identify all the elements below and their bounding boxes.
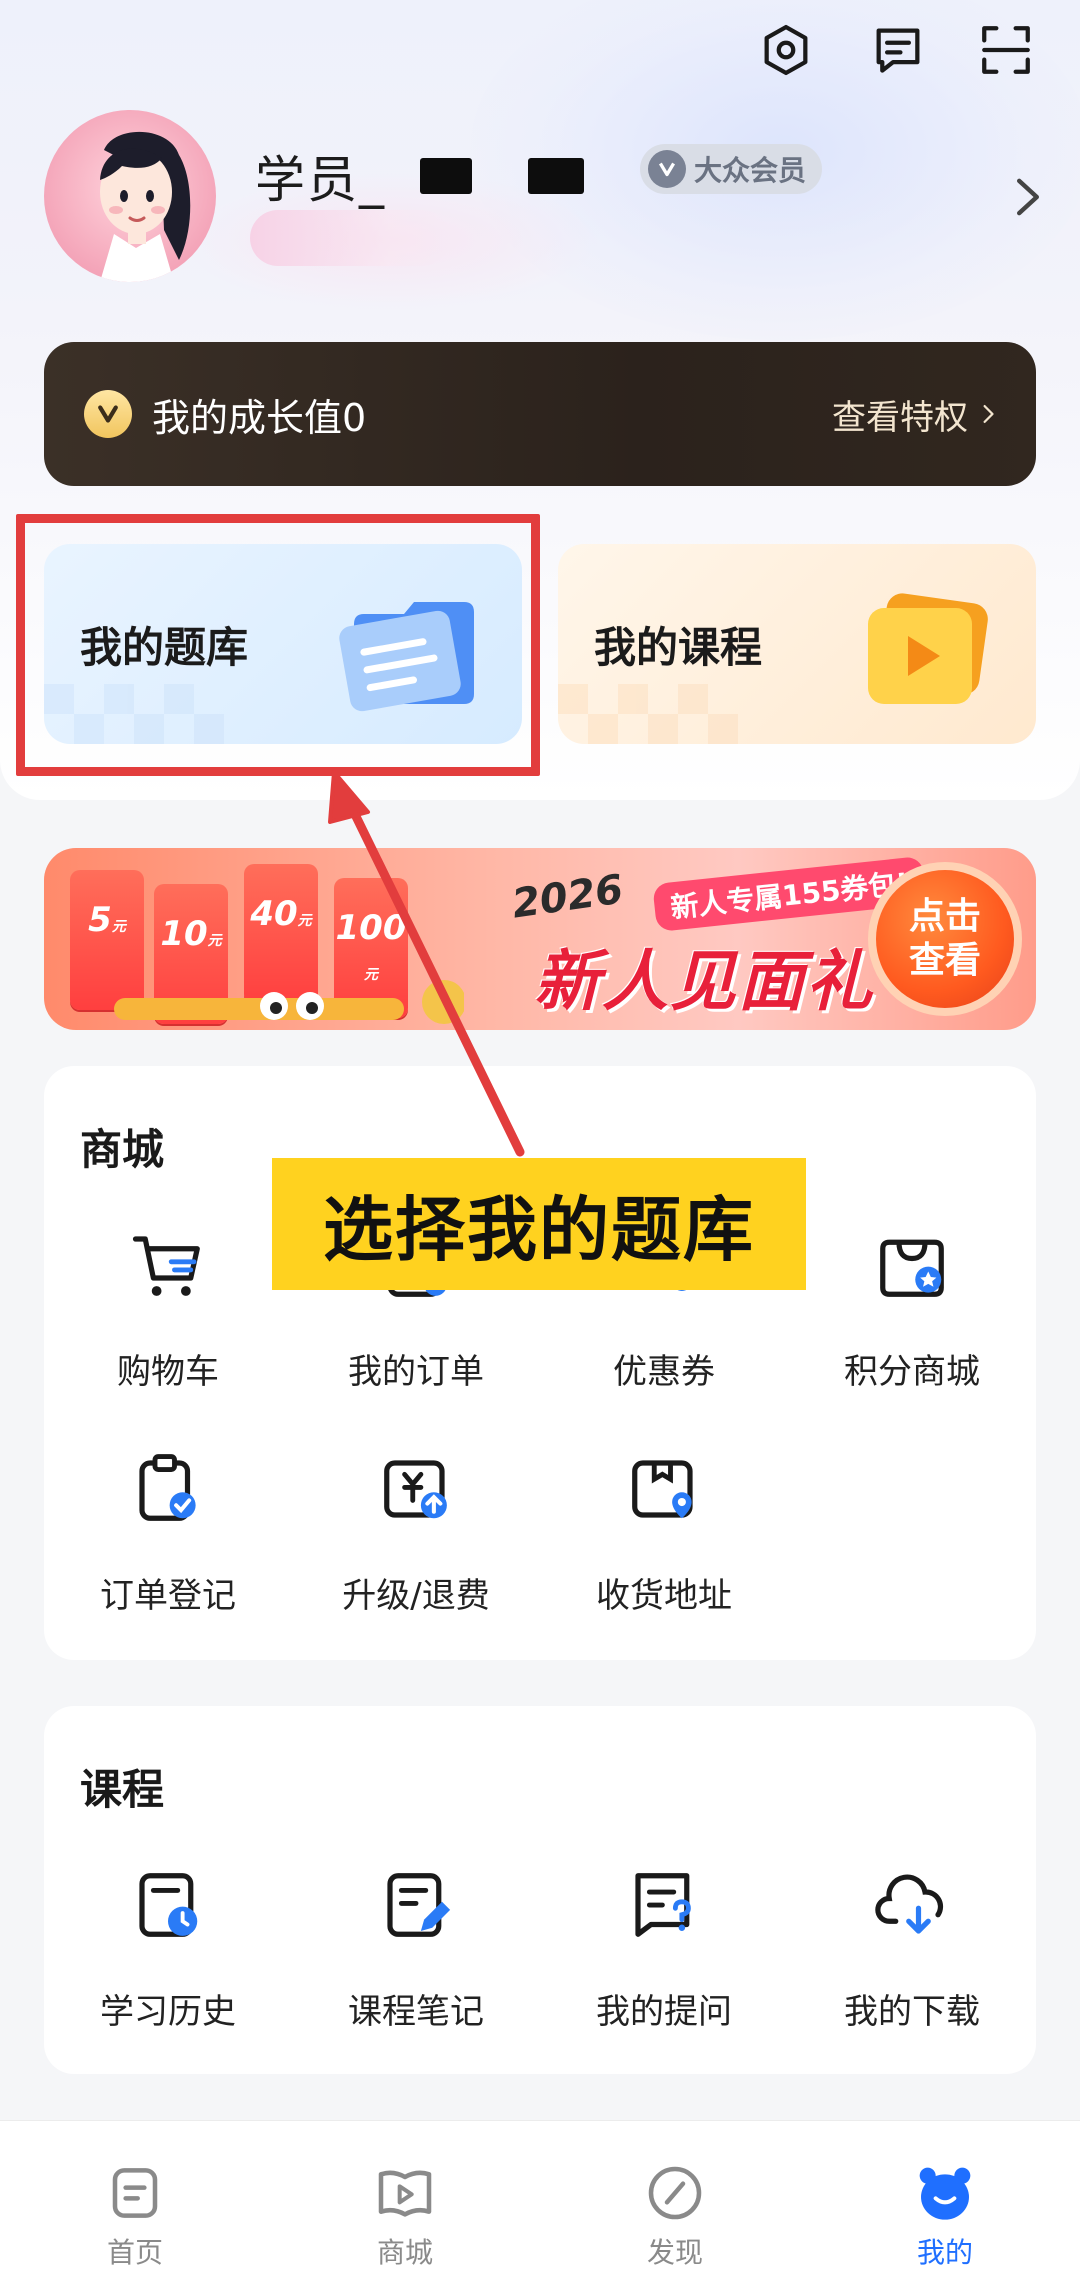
- mall-item-label: 购物车: [117, 1352, 219, 1392]
- chevron-right-icon[interactable]: [1010, 175, 1046, 219]
- course-item-questions[interactable]: 我的提问: [540, 1866, 788, 2033]
- discover-icon: [648, 2166, 702, 2220]
- course-item-label: 课程笔记: [348, 1992, 484, 2032]
- mall-item-label: 收货地址: [596, 1576, 732, 1616]
- mall-tab-icon: [378, 2170, 432, 2217]
- tab-discover[interactable]: 发现: [540, 2121, 810, 2281]
- course-item-downloads[interactable]: 我的下载: [788, 1866, 1036, 2033]
- tab-label: 发现: [646, 2236, 703, 2269]
- course-item-label: 我的下载: [844, 1992, 980, 2032]
- tab-home[interactable]: 首页: [0, 2121, 270, 2281]
- order-register-icon: [139, 1454, 196, 1521]
- username: 学员_: [255, 151, 386, 209]
- home-icon: [112, 2168, 158, 2218]
- chevron-right-icon: [983, 404, 994, 424]
- avatar[interactable]: [44, 110, 216, 282]
- growth-value-label: 我的成长值0: [152, 395, 367, 440]
- mall-item-points-mall[interactable]: 积分商城: [788, 1226, 1036, 1393]
- redacted-block: [420, 158, 472, 194]
- member-badge[interactable]: 大众会员: [640, 144, 822, 194]
- banner-headline: 新人见面礼: [534, 943, 874, 1020]
- mall-item-label: 我的订单: [348, 1352, 484, 1392]
- scan-icon[interactable]: [974, 18, 1038, 82]
- profile-page: 学员_ 大众会员 我的成长值0 查看特权 我的题库 我的课程 5元 10元 40…: [0, 0, 1080, 2281]
- mall-item-label: 优惠券: [613, 1352, 715, 1392]
- course-item-label: 我的提问: [596, 1992, 732, 2032]
- user-subtitle-blur: [250, 210, 450, 266]
- view-privileges-label: 查看特权: [832, 397, 968, 438]
- points-mall-icon: [880, 1239, 944, 1297]
- coupon-value: 100: [335, 908, 407, 948]
- growth-v-icon: [84, 390, 132, 438]
- mall-item-order-register[interactable]: 订单登记: [44, 1450, 292, 1617]
- banner-cta-button[interactable]: 点击查看: [868, 862, 1022, 1016]
- course-item-notes[interactable]: 课程笔记: [292, 1866, 540, 2033]
- new-user-gift-banner[interactable]: 5元 10元 40元 100元 2026 新人专属155券包! 新人见面礼 点击…: [44, 848, 1036, 1030]
- tab-label: 首页: [106, 2236, 163, 2269]
- mine-icon: [919, 2167, 971, 2220]
- coupon-value: 10: [160, 914, 208, 954]
- course-item-label: 学习历史: [100, 1992, 236, 2032]
- mall-item-label: 升级/退费: [342, 1576, 490, 1616]
- v-icon: [648, 150, 686, 188]
- mall-item-label: 订单登记: [100, 1576, 236, 1616]
- video-play-icon: [868, 593, 988, 704]
- banner-year: 2026: [509, 866, 626, 928]
- annotation-label: 选择我的题库: [272, 1158, 806, 1290]
- upgrade-refund-icon: [384, 1460, 447, 1519]
- section-title: 课程: [80, 1765, 165, 1814]
- my-courses-title: 我的课程: [594, 623, 763, 672]
- mall-item-label: 积分商城: [844, 1352, 980, 1392]
- banner-cta-label: 点击查看: [908, 896, 981, 981]
- question-icon: [635, 1873, 691, 1937]
- mall-item-upgrade-refund[interactable]: 升级/退费: [292, 1450, 540, 1617]
- tab-mine[interactable]: 我的: [810, 2121, 1080, 2281]
- redacted-block: [528, 158, 584, 194]
- coupon-unit: 元: [111, 919, 126, 935]
- settings-icon[interactable]: [754, 18, 818, 82]
- section-title: 商城: [80, 1125, 165, 1174]
- mall-item-cart[interactable]: 购物车: [44, 1226, 292, 1393]
- mall-section: 商城 购物车 我的订单 优惠券 积分商城 订单登记 升级/退费 收货地址: [44, 1066, 1036, 1660]
- course-item-history[interactable]: 学习历史: [44, 1866, 292, 2033]
- tab-label: 商城: [376, 2236, 433, 2269]
- history-icon: [139, 1873, 198, 1937]
- banner-decoration: [114, 980, 464, 1024]
- shopping-cart-icon: [132, 1236, 200, 1296]
- coupon-unit: 元: [297, 913, 312, 929]
- notes-icon: [387, 1873, 451, 1937]
- download-icon: [875, 1874, 944, 1934]
- coupon-value: 40: [250, 894, 298, 934]
- tab-label: 我的: [916, 2236, 973, 2269]
- card-pattern: [558, 684, 738, 744]
- coupon-value: 5: [88, 900, 112, 940]
- growth-value-bar[interactable]: 我的成长值0 查看特权: [44, 342, 1036, 486]
- message-icon[interactable]: [866, 18, 930, 82]
- tab-mall[interactable]: 商城: [270, 2121, 540, 2281]
- member-badge-label: 大众会员: [694, 154, 807, 187]
- annotation-highlight-box: [16, 514, 540, 776]
- address-icon: [632, 1460, 693, 1519]
- bottom-tab-bar: 首页 商城 发现 我的: [0, 2120, 1080, 2281]
- mall-item-address[interactable]: 收货地址: [540, 1450, 788, 1617]
- coupon-unit: 元: [207, 933, 222, 949]
- my-courses-card[interactable]: 我的课程: [558, 544, 1036, 744]
- course-section: 课程 学习历史 课程笔记 我的提问 我的下载: [44, 1706, 1036, 2074]
- view-privileges-link[interactable]: 查看特权: [832, 390, 996, 439]
